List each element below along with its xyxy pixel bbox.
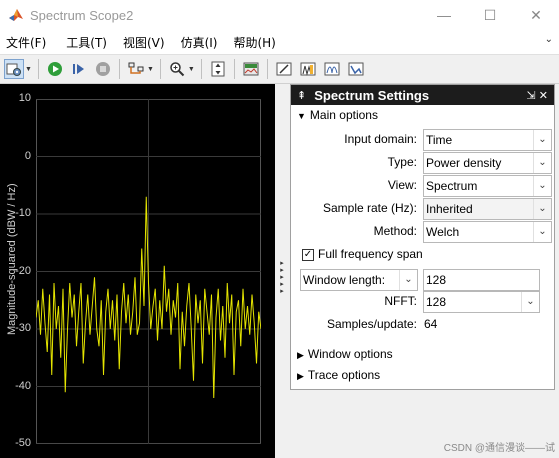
full-frequency-checkbox[interactable]: ✓ <box>302 249 314 261</box>
toolbar: ▼ ▼ ▼ <box>0 54 559 84</box>
settings-title: Spectrum Settings <box>314 87 430 103</box>
matlab-icon <box>9 9 23 21</box>
expand-icon: ▶ <box>297 371 304 381</box>
input-domain-value: Time <box>426 133 453 147</box>
run-button[interactable] <box>45 59 65 79</box>
sample-rate-label: Sample rate (Hz): <box>322 201 417 215</box>
measurement-1-button[interactable] <box>274 59 294 79</box>
menu-tools[interactable]: 工具(T) <box>60 34 113 51</box>
nfft-label: NFFT: <box>384 294 417 308</box>
peak-finder-icon <box>300 62 316 76</box>
chevron-down-icon: ⌄ <box>533 130 551 150</box>
window-length-input[interactable]: 128 <box>423 269 540 291</box>
window-options-section[interactable]: ▶ Window options <box>297 347 393 361</box>
title-bar: Spectrum Scope2 — ☐ ✕ <box>0 0 559 30</box>
menu-overflow-icon[interactable]: ⌄ <box>545 34 553 45</box>
pin-icon[interactable]: ⇞ <box>297 89 306 102</box>
watermark-text: CSDN @通信漫谈——试 <box>443 443 555 454</box>
ytick-label: -10 <box>15 207 31 219</box>
highlight-dropdown-icon[interactable]: ▼ <box>147 66 154 73</box>
step-forward-button[interactable] <box>69 59 89 79</box>
chevron-down-icon: ⌄ <box>533 199 551 219</box>
data-cursor-icon <box>276 62 292 76</box>
minimize-button[interactable]: — <box>421 0 467 30</box>
samples-update-label: Samples/update: <box>326 317 417 331</box>
spectrum-settings-panel: ⇞ Spectrum Settings ⇲ ✕ ▼ Main options In… <box>290 84 559 458</box>
nfft-value: 128 <box>426 295 447 309</box>
measurement-3-button[interactable] <box>322 59 342 79</box>
channel-measure-icon <box>324 62 340 76</box>
view-label: View: <box>387 178 417 192</box>
ytick-label: -20 <box>15 265 31 277</box>
maximize-button[interactable]: ☐ <box>467 0 513 30</box>
zoom-dropdown-icon[interactable]: ▼ <box>188 66 195 73</box>
menu-bar: 文件(F) 工具(T) 视图(V) 仿真(I) 帮助(H) ⌄ <box>0 30 559 54</box>
full-frequency-label: Full frequency span <box>318 247 423 261</box>
chevron-down-icon: ⌄ <box>533 176 551 196</box>
ytick-label: -50 <box>15 437 31 449</box>
method-value: Welch <box>426 225 460 239</box>
menu-file[interactable]: 文件(F) <box>0 34 52 51</box>
main-options-label: Main options <box>309 108 378 122</box>
input-domain-dropdown[interactable]: Time ⌄ <box>423 129 552 151</box>
type-label: Type: <box>387 155 417 169</box>
window-options-label: Window options <box>307 347 393 361</box>
spectrum-axes[interactable] <box>36 99 261 444</box>
menu-view[interactable]: 视图(V) <box>117 34 171 51</box>
menu-simulation[interactable]: 仿真(I) <box>175 34 224 51</box>
spectrum-view-icon <box>243 62 259 76</box>
view-dropdown[interactable]: Spectrum ⌄ <box>423 175 552 197</box>
chevron-down-icon: ⌄ <box>533 222 551 242</box>
window-length-label: Window length: <box>303 273 386 287</box>
sample-rate-field[interactable]: Inherited ⌄ <box>423 198 552 220</box>
expand-icon: ▶ <box>297 350 304 360</box>
config-properties-button[interactable] <box>4 59 24 79</box>
measurement-4-button[interactable] <box>346 59 366 79</box>
input-domain-label: Input domain: <box>344 132 417 146</box>
zoom-in-button[interactable] <box>167 59 187 79</box>
zoom-in-icon <box>170 62 185 77</box>
type-dropdown[interactable]: Power density ⌄ <box>423 152 552 174</box>
spectrum-view-button[interactable] <box>241 59 261 79</box>
stop-button[interactable] <box>93 59 113 79</box>
measurement-2-button[interactable] <box>298 59 318 79</box>
main-options-section[interactable]: ▼ Main options <box>297 108 378 122</box>
trace-options-section[interactable]: ▶ Trace options <box>297 368 380 382</box>
sample-rate-value: Inherited <box>426 202 473 216</box>
config-dropdown-icon[interactable]: ▼ <box>25 66 32 73</box>
view-value: Spectrum <box>426 179 478 193</box>
stop-icon <box>95 62 110 76</box>
undock-close-icons[interactable]: ⇲ ✕ <box>527 89 549 102</box>
plot-panel[interactable]: Magnitude-squared (dBW / Hz) 10 0 -10 -2… <box>0 84 275 458</box>
samples-update-value: 64 <box>424 317 438 331</box>
trace-options-label: Trace options <box>307 368 381 382</box>
method-dropdown[interactable]: Welch ⌄ <box>423 221 552 243</box>
ytick-label: 0 <box>24 150 31 162</box>
ytick-label: -40 <box>15 380 31 392</box>
chevron-down-icon: ⌄ <box>521 292 539 312</box>
window-length-dropdown[interactable]: Window length: ⌄ <box>300 269 418 291</box>
close-button[interactable]: ✕ <box>513 0 559 30</box>
ytick-label: 10 <box>18 92 31 104</box>
chevron-down-icon: ⌄ <box>533 153 551 173</box>
expand-arrows-icon[interactable]: ▸ ▸ ▸ ▸ ▸ <box>275 260 289 295</box>
highlight-button[interactable] <box>126 59 146 79</box>
menu-help[interactable]: 帮助(H) <box>227 34 281 51</box>
settings-header: ⇞ Spectrum Settings ⇲ ✕ <box>291 85 554 105</box>
nfft-dropdown[interactable]: 128 ⌄ <box>423 291 540 313</box>
scale-axes-icon <box>211 61 225 77</box>
collapse-icon: ▼ <box>297 111 306 121</box>
scale-y-axes-button[interactable] <box>208 59 228 79</box>
config-properties-icon <box>6 63 21 76</box>
ytick-label: -30 <box>15 322 31 334</box>
distortion-icon <box>348 62 364 76</box>
step-forward-icon <box>72 64 84 74</box>
signal-highlight-icon <box>128 62 144 74</box>
type-value: Power density <box>426 156 502 170</box>
method-label: Method: <box>373 224 417 238</box>
window-title: Spectrum Scope2 <box>30 7 134 23</box>
run-icon <box>47 62 62 76</box>
chevron-down-icon: ⌄ <box>399 270 417 290</box>
